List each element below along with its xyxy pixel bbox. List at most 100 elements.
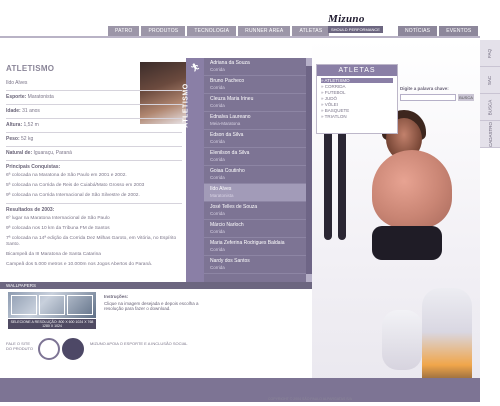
atletas-item-basquete[interactable]: » BASQUETE [321, 108, 393, 113]
resultados-heading: Resultados de 2003: [6, 207, 55, 213]
list-item-name: Adriana da Souza [210, 60, 250, 66]
top-divider [0, 36, 480, 38]
search-label: Digite a palavra chave: [400, 86, 449, 91]
list-item[interactable]: José Telles de Souza Corrida [204, 202, 311, 220]
divider [6, 203, 182, 204]
list-item-selected[interactable]: Ildo Alves Maratonista [204, 184, 311, 202]
search-input[interactable] [400, 94, 456, 101]
atletas-menu: ATLETAS » ATLETISMO » CORRIDA » FUTEBOL … [316, 64, 398, 134]
divider [6, 146, 182, 147]
field-label: Altura: [6, 122, 23, 128]
athlete-torso [372, 150, 452, 228]
atletas-item-volei[interactable]: » VÔLEI [321, 102, 393, 107]
list-item[interactable]: Elenilson da Silva Corrida [204, 148, 311, 166]
search-button[interactable]: BUSCA [458, 94, 474, 101]
field-value: Iguaraçu, Paraná [33, 150, 72, 156]
field-value: 31 anos [22, 108, 40, 114]
atletas-item-futebol[interactable]: » FUTEBOL [321, 90, 393, 95]
tab-cadastro[interactable]: CADASTRO [480, 121, 500, 148]
secondary-nav: NOTÍCIAS EVENTOS [398, 26, 480, 36]
list-item[interactable]: Maria Zeferina Rodrigues Baldaia Corrida [204, 238, 311, 256]
brand-logo[interactable]: Mizuno SHOULD PERFORMANCE [328, 13, 383, 33]
list-item-name: Ildo Alves [210, 186, 232, 192]
section-title: ATLETISMO [6, 64, 55, 73]
wallpapers-section: SELECIONE A RESOLUÇÃO: 800 X 600 1024 X … [0, 289, 312, 333]
tab-sac-label: SAC [487, 75, 493, 85]
field-natural: Natural de: Iguaraçu, Paraná [6, 150, 182, 156]
conquista-item: 9ª colocada na Corrida Internacional de … [6, 193, 140, 198]
conquistas-heading: Principais Conquistas: [6, 164, 61, 170]
list-item[interactable]: Nardy dos Santos Corrida [204, 256, 311, 274]
wallpapers-title: WALLPAPERS [6, 283, 37, 288]
athlete-name: Ildo Alves [6, 80, 28, 86]
atletismo-vtab[interactable]: 🏃︎ ATLETISMO [183, 58, 204, 314]
field-value: Maratonista [27, 94, 54, 100]
list-item-event: Corrida [210, 67, 225, 72]
nav-runner-area[interactable]: RUNNER AREA [238, 26, 291, 36]
field-esporte: Esporte: Maratonista [6, 94, 182, 100]
search-box: Digite a palavra chave: BUSCA [400, 86, 480, 106]
list-item-name: Ednalva Laureano [210, 114, 251, 120]
wallpaper-thumb[interactable] [39, 295, 65, 315]
list-item-name: Cleuza Maria Irineu [210, 96, 254, 102]
divider [6, 132, 182, 133]
runner-leg [324, 120, 332, 240]
wallpaper-thumbnails[interactable] [8, 292, 96, 318]
list-item-event: Corrida [210, 103, 225, 108]
tab-sac[interactable]: SAC [480, 67, 500, 94]
background-runner [318, 120, 352, 250]
list-item-event: Maratonista [210, 193, 234, 198]
tab-faq[interactable]: FAQ [480, 40, 500, 67]
footer-left-text[interactable]: FALE O SITE DO PRODUTO [6, 341, 36, 351]
atletas-item-corrida[interactable]: » CORRIDA [321, 84, 393, 89]
list-item[interactable]: Bruno Pacheco Corrida [204, 76, 311, 94]
athlete-list: Adriana da Souza Corrida Bruno Pacheco Cor… [204, 58, 312, 282]
nav-produtos[interactable]: PRODUTOS [141, 26, 186, 36]
divider [6, 118, 182, 119]
nav-noticias[interactable]: NOTÍCIAS [398, 26, 438, 36]
divider [6, 90, 182, 91]
list-item-event: Corrida [210, 247, 225, 252]
seal-icon[interactable] [38, 338, 60, 360]
badge-icon[interactable] [62, 338, 84, 360]
list-item-name: Edson da Silva [210, 132, 244, 138]
nav-tecnologia[interactable]: TECNOLOGIA [187, 26, 237, 36]
wallpaper-thumb[interactable] [67, 295, 93, 315]
list-item[interactable]: Adriana da Souza Corrida [204, 58, 311, 76]
nav-atletas[interactable]: ATLETAS [292, 26, 330, 36]
atletas-title: ATLETAS [317, 65, 397, 76]
runner-icon: 🏃︎ [190, 63, 201, 72]
list-item-name: Elenilson da Silva [210, 150, 250, 156]
nav-patro[interactable]: PATRO [108, 26, 140, 36]
divider [6, 160, 182, 161]
atletas-item-atletismo[interactable]: » ATLETISMO [321, 78, 393, 83]
list-item[interactable]: Márcio Narloch Corrida [204, 220, 311, 238]
tab-busca-label: BUSCA [487, 99, 493, 115]
list-item-event: Corrida [210, 265, 225, 270]
atletas-item-triatlon[interactable]: » TRIATLON [321, 114, 393, 119]
wallpaper-thumb[interactable] [11, 295, 37, 315]
resolution-caption: SELECIONE A RESOLUÇÃO: 800 X 600 1024 X … [8, 319, 96, 329]
field-label: Peso: [6, 136, 20, 142]
nav-eventos[interactable]: EVENTOS [439, 26, 479, 36]
list-item-event: Corrida [210, 175, 225, 180]
wallpaper-instructions: Instruções: Clique na imagem desejada e … [104, 294, 204, 311]
list-item-event: Corrida [210, 85, 225, 90]
list-item-event: Corrida [210, 211, 225, 216]
atletas-item-judo[interactable]: » JUDÔ [321, 96, 393, 101]
runner-leg [338, 120, 346, 240]
footer-seal-text: MIZUNO APOIA O ESPORTE E A INCLUSÃO SOCI… [90, 341, 188, 346]
list-item[interactable]: Ednalva Laureano Meia-Maratona [204, 112, 311, 130]
copyright: COPYRIGHT © 2004 SÃO PAULO ALPARGATAS S/… [268, 397, 352, 401]
list-item[interactable]: Cleuza Maria Irineu Corrida [204, 94, 311, 112]
right-tabs: FAQ SAC BUSCA CADASTRO [480, 40, 500, 150]
list-item[interactable]: Edson da Silva Corrida [204, 130, 311, 148]
tab-busca[interactable]: BUSCA [480, 94, 500, 121]
main-nav: PATRO PRODUTOS TECNOLOGIA RUNNER AREA AT… [108, 26, 331, 36]
atletas-list: » ATLETISMO » CORRIDA » FUTEBOL » JUDÔ »… [317, 76, 397, 122]
field-label: Natural de: [6, 150, 33, 156]
list-item[interactable]: Goiaa Coutinho Corrida [204, 166, 311, 184]
athlete-info: Ildo Alves Esporte: Maratonista Idade: 3… [6, 76, 182, 272]
instructions-text: Clique na imagem desejada e depois escol… [104, 301, 199, 311]
resultado-item: Bicampeã da III Maratona de Santa Catari… [6, 252, 101, 257]
